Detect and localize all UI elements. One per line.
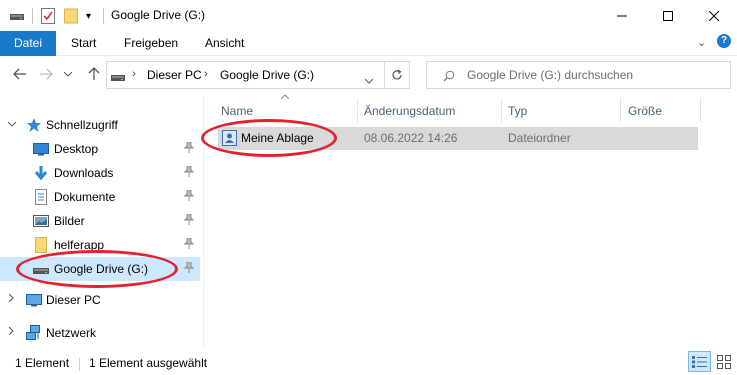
nav-item-label: Schnellzugriff — [46, 118, 118, 132]
refresh-button[interactable] — [384, 61, 410, 89]
breadcrumb-dieser-pc[interactable]: Dieser PC — [147, 68, 202, 82]
quick-access-dropdown-icon[interactable]: ▾ — [86, 8, 91, 24]
ribbon-collapse-icon[interactable]: ⌄ — [697, 36, 706, 49]
toolbar-divider — [32, 8, 33, 24]
pin-icon[interactable] — [183, 213, 195, 228]
search-placeholder: Google Drive (G:) durchsuchen — [467, 68, 634, 82]
help-icon[interactable]: ? — [717, 34, 731, 48]
navigation-pane: Schnellzugriff Desktop Downloads Dokumen… — [0, 96, 203, 348]
column-divider[interactable] — [700, 98, 701, 122]
tab-ansicht[interactable]: Ansicht — [205, 31, 244, 56]
highlight-ellipse — [201, 119, 337, 157]
nav-item-label: Bilder — [54, 214, 85, 228]
network-icon — [26, 325, 42, 341]
computer-icon — [26, 292, 42, 308]
tab-freigeben[interactable]: Freigeben — [124, 31, 178, 56]
status-selection: 1 Element ausgewählt — [89, 356, 208, 370]
window-title: Google Drive (G:) — [111, 8, 206, 22]
nav-item-netzwerk[interactable]: Netzwerk — [0, 321, 200, 345]
desktop-icon — [33, 141, 49, 157]
breadcrumb-separator[interactable]: › — [204, 68, 208, 80]
highlight-ellipse — [16, 250, 178, 288]
large-icons-view-button[interactable] — [712, 351, 735, 372]
pin-icon[interactable] — [183, 189, 195, 204]
nav-item-bilder[interactable]: Bilder — [0, 209, 200, 233]
folder-icon — [33, 237, 49, 253]
sort-indicator-icon — [280, 91, 290, 101]
column-divider[interactable] — [620, 98, 621, 122]
tab-datei[interactable]: Datei — [0, 31, 56, 56]
up-button[interactable] — [84, 63, 104, 85]
tab-start[interactable]: Start — [71, 31, 96, 56]
nav-item-schnellzugriff[interactable]: Schnellzugriff — [0, 113, 200, 137]
breadcrumb-google-drive[interactable]: Google Drive (G:) — [220, 68, 314, 82]
search-box[interactable]: Google Drive (G:) durchsuchen — [426, 61, 731, 89]
nav-item-label: Downloads — [54, 166, 114, 180]
breadcrumb-separator[interactable]: › — [132, 68, 136, 80]
pin-icon[interactable] — [183, 141, 195, 156]
title-divider — [103, 8, 104, 24]
pin-icon[interactable] — [183, 261, 195, 276]
back-button[interactable] — [10, 63, 30, 85]
column-divider[interactable] — [357, 98, 358, 122]
document-icon — [33, 189, 49, 205]
address-bar[interactable]: › Dieser PC › Google Drive (G:) — [106, 61, 410, 89]
details-view-button[interactable] — [688, 351, 711, 372]
chevron-down-icon[interactable] — [7, 118, 17, 130]
search-icon — [443, 70, 455, 85]
title-bar: ▾ Google Drive (G:) — [0, 0, 737, 31]
pictures-icon — [33, 213, 49, 229]
drive-icon — [10, 8, 24, 24]
address-dropdown-icon[interactable] — [364, 73, 374, 87]
forward-button[interactable] — [36, 63, 56, 85]
nav-item-dokumente[interactable]: Dokumente — [0, 185, 200, 209]
status-divider — [79, 358, 80, 371]
nav-item-label: Netzwerk — [46, 326, 97, 340]
file-modified: 08.06.2022 14:26 — [364, 131, 458, 145]
chevron-right-icon[interactable] — [8, 293, 14, 305]
chevron-right-icon[interactable] — [8, 326, 14, 338]
nav-item-dieser-pc[interactable]: Dieser PC — [0, 288, 200, 312]
nav-item-desktop[interactable]: Desktop — [0, 137, 200, 161]
download-arrow-icon — [33, 165, 49, 181]
pin-icon[interactable] — [183, 165, 195, 180]
nav-item-label: Desktop — [54, 142, 99, 156]
column-divider[interactable] — [501, 98, 502, 122]
pin-icon[interactable] — [183, 237, 195, 252]
nav-item-downloads[interactable]: Downloads — [0, 161, 200, 185]
status-bar: 1 Element 1 Element ausgewählt — [0, 352, 737, 375]
ribbon: Datei Start Freigeben Ansicht ⌄ ? — [0, 31, 737, 56]
minimize-button[interactable] — [599, 0, 645, 31]
new-folder-icon[interactable] — [64, 8, 78, 24]
star-icon — [26, 117, 42, 133]
maximize-button[interactable] — [645, 0, 691, 31]
nav-item-label: Dieser PC — [46, 293, 101, 307]
drive-icon — [111, 71, 125, 85]
close-button[interactable] — [691, 0, 737, 31]
nav-item-label: Dokumente — [54, 190, 116, 204]
file-type: Dateiordner — [508, 131, 571, 145]
recent-locations-button[interactable] — [62, 63, 74, 85]
status-item-count: 1 Element — [15, 356, 70, 370]
properties-icon[interactable] — [41, 8, 55, 24]
